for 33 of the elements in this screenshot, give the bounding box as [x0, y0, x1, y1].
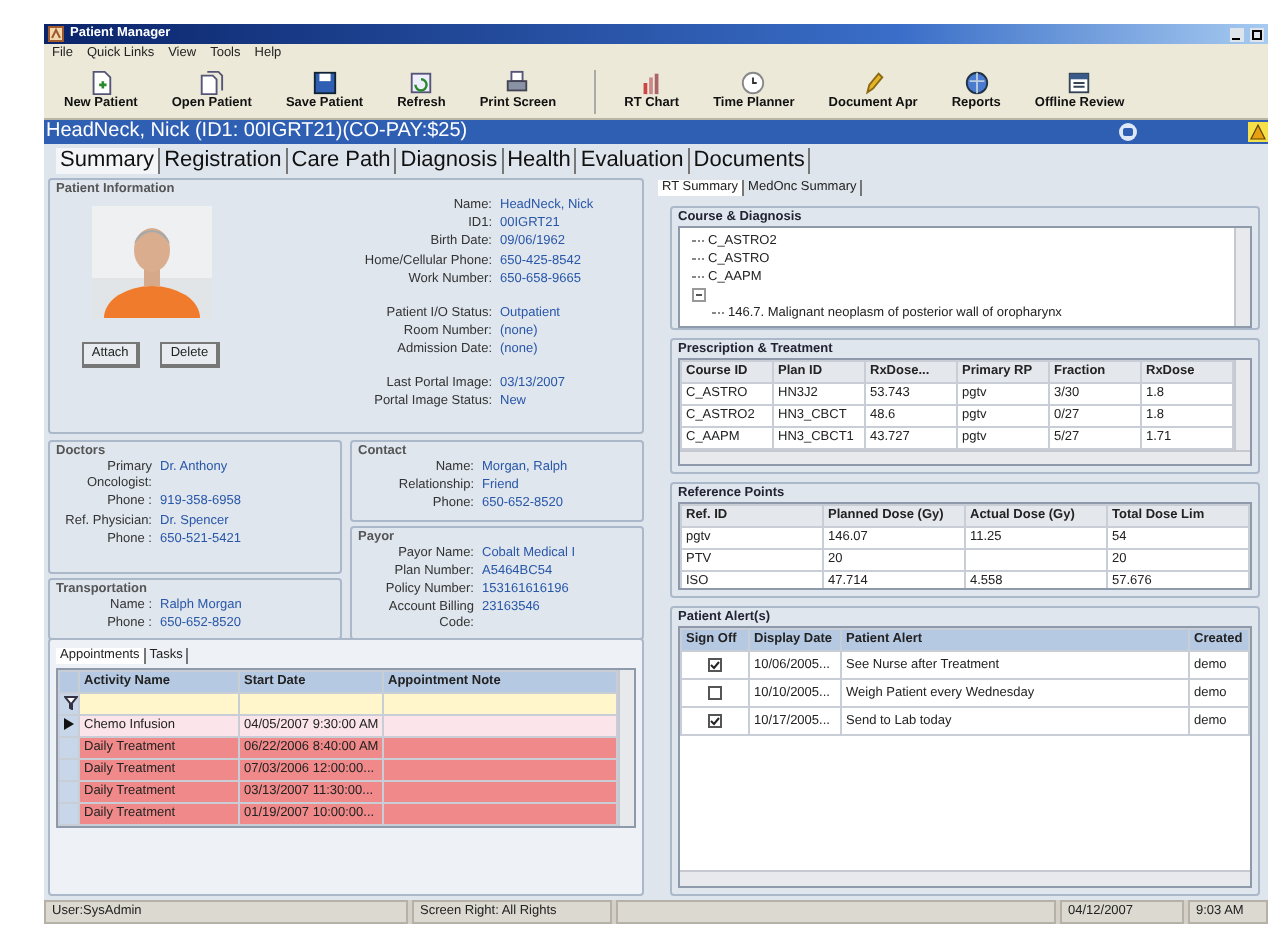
filter-field[interactable]: [79, 693, 239, 716]
tab[interactable]: Diagnosis: [396, 148, 504, 174]
clock-icon: [740, 69, 767, 96]
checkbox[interactable]: [708, 657, 722, 672]
row-pointer-icon: [64, 718, 74, 731]
minimize-icon[interactable]: [1230, 27, 1244, 41]
maximize-icon[interactable]: [1250, 27, 1264, 41]
scrollbar[interactable]: [618, 670, 634, 827]
warning-icon[interactable]: [1248, 122, 1268, 142]
new-file-icon: [87, 69, 114, 96]
tab[interactable]: Registration: [160, 148, 288, 174]
pen-icon: [860, 69, 887, 96]
collapse-icon[interactable]: [692, 288, 706, 303]
scrollbar[interactable]: [680, 870, 1250, 886]
tab[interactable]: Health: [503, 148, 577, 174]
scrollbar[interactable]: [1234, 360, 1250, 451]
scrollbar[interactable]: [1234, 228, 1250, 327]
globe-icon: [963, 69, 990, 96]
filter-field[interactable]: [383, 693, 618, 716]
app-icon: [48, 26, 64, 42]
checkbox[interactable]: [708, 685, 722, 700]
documents-icon: [198, 69, 225, 96]
checkbox[interactable]: [708, 713, 722, 728]
tab[interactable]: Documents: [689, 148, 811, 174]
printer-icon: [504, 69, 531, 96]
refresh-icon: [408, 69, 435, 96]
scrollbar[interactable]: [680, 450, 1250, 465]
filter-field[interactable]: [239, 693, 383, 716]
tab[interactable]: Care Path: [287, 148, 397, 174]
calendar-icon: [1066, 69, 1093, 96]
tab[interactable]: Evaluation: [576, 148, 690, 174]
patient-title: HeadNeck, Nick (ID1: 00IGRT21)(CO-PAY:$25): [46, 122, 468, 142]
tab[interactable]: Summary: [56, 148, 161, 174]
